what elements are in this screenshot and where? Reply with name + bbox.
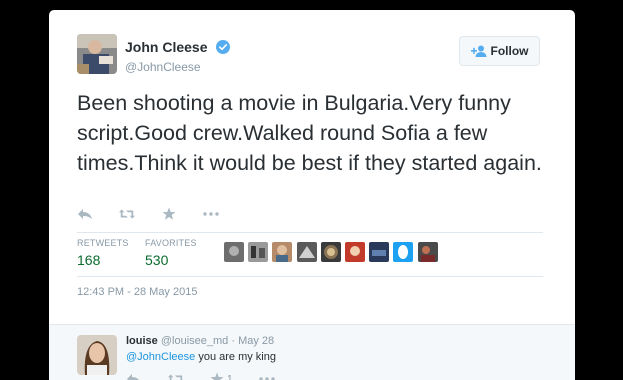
retweets-count: 168	[77, 252, 101, 268]
reply-separator: ·	[231, 335, 236, 347]
tweet-header: John Cleese @JohnCleese Follow	[49, 10, 575, 82]
author-name-block[interactable]: John Cleese @JohnCleese	[125, 38, 230, 74]
tweet-timestamp[interactable]: 12:43 PM - 28 May 2015	[77, 286, 197, 298]
tweet-card: John Cleese @JohnCleese Follow Been shoo…	[49, 10, 575, 380]
reply-icon[interactable]	[126, 372, 142, 380]
author-photo-icon	[77, 34, 117, 74]
reply-actions: 1	[126, 372, 301, 380]
reply-text: @JohnCleese you are my king	[126, 351, 276, 363]
favorite-button[interactable]: 1	[210, 372, 233, 380]
follow-button[interactable]: Follow	[459, 36, 540, 66]
more-icon[interactable]	[203, 207, 219, 221]
follow-button-label: Follow	[490, 44, 529, 58]
retweets-label: RETWEETS	[77, 238, 129, 248]
author-handle[interactable]: @JohnCleese	[125, 60, 230, 74]
retweet-icon[interactable]	[119, 207, 135, 221]
author-name[interactable]: John Cleese	[125, 39, 207, 55]
tweet-actions	[77, 206, 245, 222]
reply-date[interactable]: May 28	[238, 335, 274, 347]
reply-mention-link[interactable]: @JohnCleese	[126, 351, 195, 363]
reply-author-handle[interactable]: @louisee_md	[161, 335, 228, 347]
faver-avatar-icon[interactable]	[393, 242, 414, 262]
faver-avatar-icon[interactable]	[248, 242, 269, 262]
faver-avatar-icon[interactable]	[369, 242, 390, 262]
verified-badge-icon	[215, 39, 230, 54]
reply-header: louise @louisee_md · May 28	[126, 335, 274, 347]
favorites-stat[interactable]: FAVORITES 530	[145, 238, 197, 268]
faver-avatar-icon[interactable]	[320, 242, 341, 262]
retweet-icon[interactable]	[168, 372, 184, 380]
favorite-icon[interactable]	[161, 207, 177, 221]
reply-photo-icon	[77, 335, 117, 375]
reply-avatar[interactable]	[77, 335, 117, 375]
faver-avatar-icon[interactable]	[224, 242, 244, 262]
more-icon[interactable]	[258, 372, 275, 380]
reply-author-name[interactable]: louise	[126, 335, 158, 347]
divider-bottom	[77, 276, 543, 277]
favoriters-avatars	[224, 242, 442, 262]
add-user-icon	[470, 45, 487, 57]
tweet-text: Been shooting a movie in Bulgaria.Very f…	[77, 91, 542, 175]
favorites-count: 530	[145, 252, 169, 268]
author-avatar[interactable]	[77, 34, 117, 74]
faver-avatar-icon[interactable]	[344, 242, 365, 262]
faver-avatar-icon[interactable]	[417, 242, 438, 262]
favorite-icon	[210, 372, 224, 380]
reply-favorite-count: 1	[227, 373, 233, 380]
faver-avatar-icon[interactable]	[272, 242, 293, 262]
reply-tweet: louise @louisee_md · May 28 @JohnCleese …	[49, 324, 575, 380]
faver-avatar-icon[interactable]	[296, 242, 317, 262]
divider-top	[77, 232, 543, 233]
favorites-label: FAVORITES	[145, 238, 197, 248]
reply-body: you are my king	[195, 351, 276, 363]
reply-icon[interactable]	[77, 207, 93, 221]
retweets-stat[interactable]: RETWEETS 168	[77, 238, 129, 268]
